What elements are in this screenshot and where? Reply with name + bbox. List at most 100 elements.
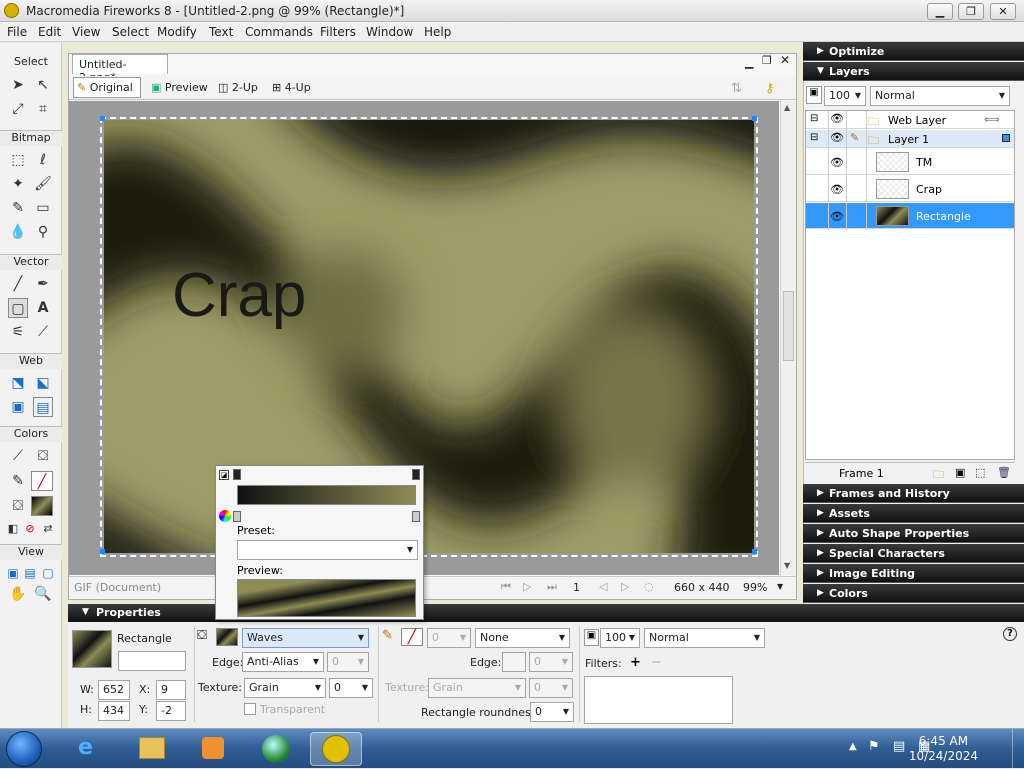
eye-icon[interactable]: 👁 (830, 183, 844, 196)
new-sublayer-icon[interactable]: 🗀 (933, 466, 944, 485)
gradient-editor-popup[interactable]: ◪ Preset: ▼ Preview: (215, 465, 424, 620)
taskbar-fireworks[interactable] (310, 732, 362, 766)
chevron-down-icon[interactable]: ▼ (558, 679, 572, 697)
chevron-down-icon[interactable]: ▼ (354, 629, 368, 647)
color-stop-right[interactable] (412, 469, 420, 480)
menu-file[interactable]: File (7, 25, 27, 39)
menu-filters[interactable]: Filters (320, 25, 356, 39)
full-screen-mode-icon[interactable]: ▢ (38, 563, 58, 583)
frame-label[interactable]: Frame 1 (839, 467, 884, 480)
paint-bucket-tool-icon[interactable]: ⛋ (33, 446, 53, 466)
stroke-type-select[interactable]: None ▼ (475, 628, 570, 648)
chevron-down-icon[interactable]: ▼ (559, 703, 573, 721)
show-hidden-icons-icon[interactable]: ▲ (849, 741, 857, 752)
hide-slices-icon[interactable]: ▣ (8, 397, 28, 417)
edge-feather-field[interactable]: 0 ▼ (327, 652, 369, 672)
subselect-tool-icon[interactable]: ↖ (33, 75, 53, 95)
menu-window[interactable]: Window (366, 25, 413, 39)
rectangle-tool-icon[interactable]: ▢ (8, 298, 28, 318)
color-stop-left[interactable] (233, 469, 241, 480)
x-input[interactable]: 9 (156, 680, 186, 700)
blur-tool-icon[interactable]: 💧 (8, 222, 28, 242)
minimize-button[interactable]: ▁ (927, 3, 953, 20)
stroke-edge-field[interactable]: 0 ▼ (529, 652, 573, 672)
pen-tool-icon[interactable]: ✒ (33, 274, 53, 294)
menu-modify[interactable]: Modify (157, 25, 197, 39)
start-button[interactable] (6, 731, 42, 767)
scale-tool-icon[interactable]: ⤢ (8, 99, 28, 119)
pencil-tool-icon[interactable]: ✎ (8, 198, 28, 218)
layer-row-tm[interactable]: 👁 TM (806, 149, 1014, 175)
edge-select[interactable]: Anti-Alias ▼ (242, 652, 324, 672)
gradient-ramp[interactable] (237, 485, 416, 505)
texture-amount-field[interactable]: 0 ▼ (329, 678, 373, 698)
menu-view[interactable]: View (72, 25, 100, 39)
fill-swatch[interactable] (216, 628, 238, 646)
optimize-panel-header[interactable]: ▶ Optimize (803, 42, 1024, 61)
eye-icon[interactable]: 👁 (830, 131, 844, 144)
quick-export-icon[interactable]: ⚷ (765, 81, 775, 96)
eyedropper-tool-icon[interactable]: ⟋ (8, 446, 28, 466)
taskbar-media-player[interactable] (188, 732, 240, 766)
document-tab[interactable]: Untitled-2.png* (72, 54, 168, 84)
stroke-texture-select[interactable]: Grain ▼ (428, 678, 526, 698)
frames-history-panel-header[interactable]: ▶ Frames and History (803, 484, 1024, 503)
play-icon[interactable]: ▷ (523, 580, 531, 593)
chevron-down-icon[interactable]: ▼ (358, 679, 372, 697)
scroll-up-icon[interactable]: ▲ (784, 103, 790, 112)
new-bitmap-icon[interactable]: ⬚ (975, 466, 985, 479)
collapse-box-icon[interactable]: ⊟ (810, 132, 818, 143)
image-editing-panel-header[interactable]: ▶ Image Editing (803, 564, 1024, 583)
menu-text[interactable]: Text (209, 25, 233, 39)
hand-tool-icon[interactable]: ✋ (8, 584, 28, 604)
swap-colors-icon[interactable]: ⇄ (38, 519, 58, 539)
last-frame-icon[interactable]: ⏭ (547, 580, 557, 594)
text-tool-icon[interactable]: A (33, 298, 53, 318)
y-input[interactable]: -2 (156, 701, 186, 721)
layers-list[interactable]: ⊟ 👁 🗀 Web Layer ⟺ ⊟ 👁 ✎ 🗀 Layer 1 👁 TM 👁… (805, 110, 1015, 460)
chevron-down-icon[interactable]: ▼ (403, 541, 417, 559)
auto-shape-panel-header[interactable]: ▶ Auto Shape Properties (803, 524, 1024, 543)
swap-gradient-icon[interactable]: ◪ (219, 470, 229, 480)
zoom-level[interactable]: 99% (743, 581, 767, 594)
chevron-down-icon[interactable]: ▼ (555, 629, 569, 647)
tab-2up[interactable]: ◫ 2-Up (218, 81, 258, 94)
chevron-down-icon[interactable]: ▼ (309, 653, 323, 671)
color-picker-icon[interactable] (219, 510, 231, 522)
layer-row-rectangle[interactable]: 👁 Rectangle (806, 203, 1014, 229)
stroke-size-field[interactable]: 0 ▼ (427, 628, 471, 648)
layer-row-crap[interactable]: 👁 Crap (806, 176, 1014, 202)
vertical-scrollbar[interactable]: ▲ ▼ (780, 101, 796, 575)
tab-original[interactable]: ✎ Original (73, 77, 141, 98)
layer-row-layer-1[interactable]: ⊟ 👁 ✎ 🗀 Layer 1 (806, 130, 1014, 148)
doc-minimize-icon[interactable]: ▁ (745, 56, 753, 69)
help-icon[interactable]: ? (1003, 627, 1017, 641)
layer-opacity-field[interactable]: 100 ▼ (824, 86, 866, 106)
stroke-color-swatch[interactable]: ╱ (31, 471, 53, 491)
tab-4up[interactable]: ⊞ 4-Up (272, 81, 311, 94)
object-opacity-field[interactable]: 100 ▼ (600, 628, 640, 648)
add-filter-icon[interactable]: + (630, 655, 641, 670)
pointer-tool-icon[interactable]: ➤ (8, 75, 28, 95)
stroke-color-icon[interactable]: ✎ (8, 471, 28, 491)
selection-handle[interactable] (752, 549, 757, 554)
height-input[interactable]: 434 (98, 701, 130, 721)
chevron-down-icon[interactable]: ▼ (558, 653, 572, 671)
freeform-tool-icon[interactable]: ⚟ (8, 322, 28, 342)
next-frame-icon[interactable]: ▷ (621, 580, 629, 593)
eye-icon[interactable]: 👁 (830, 156, 844, 169)
eraser-tool-icon[interactable]: ▭ (33, 198, 53, 218)
canvas-text-crap[interactable]: Crap (172, 260, 306, 331)
close-button[interactable]: ✕ (990, 3, 1016, 20)
menu-select[interactable]: Select (112, 25, 149, 39)
selection-handle[interactable] (100, 116, 105, 121)
fill-type-select[interactable]: Waves ▼ (242, 628, 369, 648)
object-name-input[interactable] (118, 651, 186, 671)
pencil-edit-icon[interactable]: ✎ (850, 131, 859, 144)
sort-icon[interactable]: ⇅ (731, 81, 742, 96)
taskbar-ie[interactable]: e (64, 732, 116, 766)
layers-panel-header[interactable]: ▼ Layers (803, 62, 1024, 81)
lasso-tool-icon[interactable]: ℓ (33, 150, 53, 170)
doc-close-icon[interactable]: ✕ (780, 53, 790, 67)
roundness-field[interactable]: 0 ▼ (530, 702, 574, 722)
